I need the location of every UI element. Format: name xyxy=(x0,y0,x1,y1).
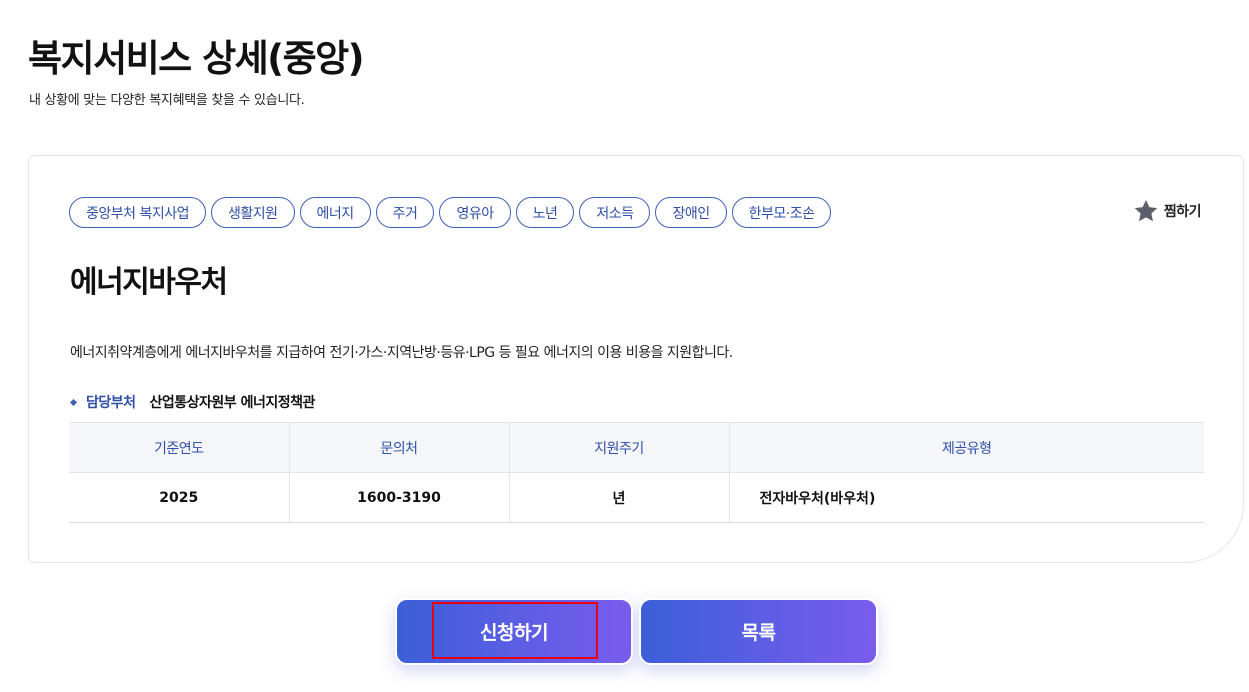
department-value: 산업통상자원부 에너지정책관 xyxy=(149,395,316,411)
tag-low-income[interactable]: 저소득 xyxy=(579,197,651,228)
tag-living-support[interactable]: 생활지원 xyxy=(211,197,295,228)
service-detail-card: 중앙부처 복지사업 생활지원 에너지 주거 영유아 노년 저소득 장애인 한부모… xyxy=(28,155,1244,563)
header-contact: 문의처 xyxy=(289,422,510,473)
tag-energy[interactable]: 에너지 xyxy=(299,197,371,228)
favorite-button[interactable]: 찜하기 xyxy=(1133,198,1202,224)
department-label: 담당부처 xyxy=(86,395,136,411)
service-description: 에너지취약계층에게 에너지바우처를 지급하여 전기·가스·지역난방·등유·LPG… xyxy=(70,345,733,361)
header-base-year: 기준연도 xyxy=(69,422,290,473)
tag-list: 중앙부처 복지사업 생활지원 에너지 주거 영유아 노년 저소득 장애인 한부모… xyxy=(69,197,832,228)
service-title: 에너지바우처 xyxy=(70,265,228,300)
page-subtitle: 내 상황에 맞는 다양한 복지혜택을 찾을 수 있습니다. xyxy=(29,93,305,108)
list-button[interactable]: 목록 xyxy=(639,598,878,665)
diamond-bullet-icon xyxy=(69,398,78,406)
tag-housing[interactable]: 주거 xyxy=(375,197,435,228)
cell-base-year: 2025 xyxy=(69,472,290,523)
tag-disabled[interactable]: 장애인 xyxy=(655,197,727,228)
table-header-row: 기준연도 문의처 지원주기 제공유형 xyxy=(69,422,1204,473)
page-title: 복지서비스 상세(중앙) xyxy=(28,37,365,80)
star-icon xyxy=(1133,198,1159,224)
cell-support-cycle: 년 xyxy=(509,472,730,523)
cell-contact: 1600-3190 xyxy=(289,472,510,523)
tag-elderly[interactable]: 노년 xyxy=(515,197,575,228)
favorite-label: 찜하기 xyxy=(1163,204,1202,220)
header-provision-type: 제공유형 xyxy=(729,422,1204,473)
tag-central-welfare[interactable]: 중앙부처 복지사업 xyxy=(69,197,206,228)
department-row: 담당부처 산업통상자원부 에너지정책관 xyxy=(69,392,316,412)
tag-infant[interactable]: 영유아 xyxy=(439,197,511,228)
cell-provision-type: 전자바우처(바우처) xyxy=(729,472,1204,523)
header-support-cycle: 지원주기 xyxy=(509,422,730,473)
apply-button[interactable]: 신청하기 xyxy=(395,598,633,665)
page: 복지서비스 상세(중앙) 내 상황에 맞는 다양한 복지혜택을 찾을 수 있습니… xyxy=(0,0,1249,692)
table-row: 2025 1600-3190 년 전자바우처(바우처) xyxy=(69,472,1204,523)
service-info-table: 기준연도 문의처 지원주기 제공유형 2025 1600-3190 년 전자바우… xyxy=(69,422,1204,523)
tag-single-parent[interactable]: 한부모·조손 xyxy=(731,197,832,228)
